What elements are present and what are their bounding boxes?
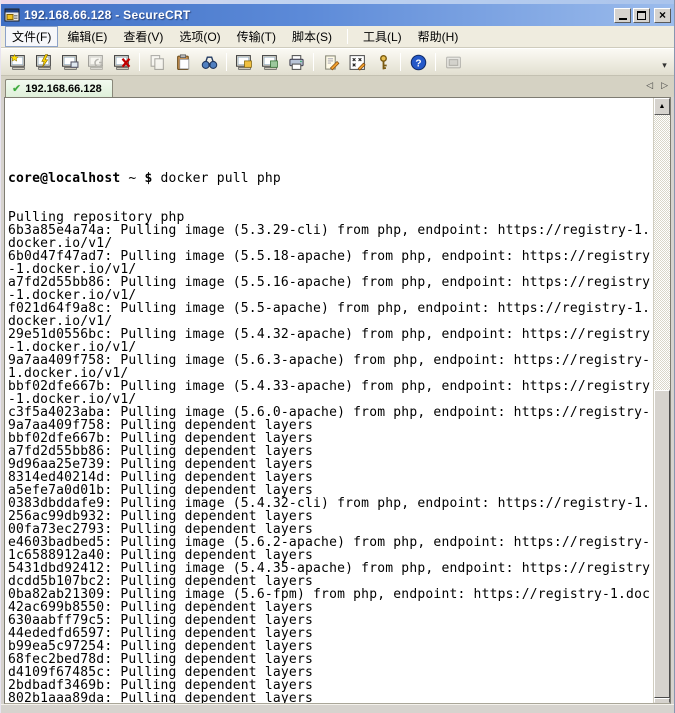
properties-icon bbox=[323, 54, 340, 71]
close-button[interactable]: × bbox=[654, 8, 671, 23]
paste-icon bbox=[175, 54, 192, 71]
tab-scroll-right-icon[interactable]: ▷ bbox=[661, 79, 668, 91]
toolbar-separator bbox=[226, 53, 227, 71]
securecrt-window: 192.168.66.128 - SecureCRT × 文件(F)编辑(E)查… bbox=[0, 0, 675, 713]
help-icon: ? bbox=[410, 54, 427, 71]
copy-icon bbox=[149, 54, 166, 71]
help-button[interactable]: ? bbox=[406, 50, 430, 74]
scrollbar-down-button[interactable] bbox=[654, 698, 670, 703]
disconnect-button[interactable] bbox=[110, 50, 134, 74]
maximize-icon bbox=[637, 11, 646, 20]
menu-item-script[interactable]: 脚本(S) bbox=[285, 26, 339, 47]
menu-item-view[interactable]: 查看(V) bbox=[116, 26, 170, 47]
command-text: docker pull php bbox=[153, 171, 281, 186]
reconnect-button[interactable] bbox=[84, 50, 108, 74]
raw-log-icon bbox=[262, 54, 279, 71]
quick-connect-button[interactable] bbox=[32, 50, 56, 74]
svg-text:?: ? bbox=[415, 58, 421, 69]
ssh-key-button[interactable] bbox=[371, 50, 395, 74]
menu-separator bbox=[347, 29, 348, 44]
toolbar-separator bbox=[313, 53, 314, 71]
keymap-editor-button[interactable] bbox=[345, 50, 369, 74]
capture-icon bbox=[445, 54, 462, 71]
toolbar-separator bbox=[400, 53, 401, 71]
close-icon: × bbox=[659, 9, 666, 21]
quick-connect-icon bbox=[36, 54, 53, 71]
window-bottom-edge bbox=[1, 704, 674, 713]
maximize-button[interactable] bbox=[633, 8, 650, 23]
properties-button[interactable] bbox=[319, 50, 343, 74]
scrollbar-up-button[interactable]: ▲ bbox=[654, 98, 670, 115]
terminal-panel: core@localhost ~ $ docker pull php Pulli… bbox=[4, 97, 671, 704]
log-session-icon bbox=[236, 54, 253, 71]
session-tab-label: 192.168.66.128 bbox=[25, 83, 101, 95]
tabbar: ✔ 192.168.66.128 ◁ ▷ bbox=[1, 76, 674, 97]
menu-item-tools[interactable]: 工具(L) bbox=[356, 26, 409, 47]
keymap-icon bbox=[349, 54, 366, 71]
prompt-path: ~ bbox=[120, 171, 144, 186]
app-icon bbox=[4, 7, 20, 23]
scroll-up-icon: ▲ bbox=[659, 103, 666, 110]
connect-icon bbox=[10, 54, 27, 71]
prompt-symbol: $ bbox=[144, 171, 152, 186]
prompt-user: core@localhost bbox=[8, 171, 120, 186]
key-icon bbox=[375, 54, 392, 71]
menu-item-options[interactable]: 选项(O) bbox=[172, 26, 227, 47]
find-icon bbox=[201, 54, 218, 71]
window-title: 192.168.66.128 - SecureCRT bbox=[24, 8, 614, 22]
raw-log-button[interactable] bbox=[258, 50, 282, 74]
reconnect-icon bbox=[88, 54, 105, 71]
session-tab[interactable]: ✔ 192.168.66.128 bbox=[5, 79, 113, 97]
menu-item-transfer[interactable]: 传输(T) bbox=[230, 26, 283, 47]
vertical-scrollbar[interactable]: ▲ bbox=[653, 98, 670, 703]
toolbar-separator bbox=[139, 53, 140, 71]
find-button[interactable] bbox=[197, 50, 221, 74]
log-session-button[interactable] bbox=[232, 50, 256, 74]
titlebar[interactable]: 192.168.66.128 - SecureCRT × bbox=[1, 4, 674, 26]
terminal-output: Pulling repository php6b3a85e4a74a: Pull… bbox=[8, 211, 653, 703]
print-icon bbox=[288, 54, 305, 71]
terminal-screen[interactable]: core@localhost ~ $ docker pull php Pulli… bbox=[5, 98, 653, 703]
terminal-line: 802b1aaa89da: Pulling dependent layers bbox=[8, 692, 653, 703]
scrollbar-thumb[interactable] bbox=[654, 390, 670, 698]
disconnect-icon bbox=[114, 54, 131, 71]
print-button[interactable] bbox=[284, 50, 308, 74]
paste-button[interactable] bbox=[171, 50, 195, 74]
menubar: 文件(F)编辑(E)查看(V)选项(O)传输(T)脚本(S) 工具(L)帮助(H) bbox=[1, 26, 674, 48]
copy-button[interactable] bbox=[145, 50, 169, 74]
connected-check-icon: ✔ bbox=[12, 84, 21, 94]
toolbar: ? ▾ bbox=[1, 48, 674, 76]
menu-item-help[interactable]: 帮助(H) bbox=[411, 26, 466, 47]
menu-item-edit[interactable]: 编辑(E) bbox=[60, 26, 114, 47]
prompt-line: core@localhost ~ $ docker pull php bbox=[8, 172, 653, 185]
toolbar-overflow-button[interactable]: ▾ bbox=[658, 55, 671, 71]
chevron-down-icon: ▾ bbox=[662, 60, 667, 71]
minimize-button[interactable] bbox=[614, 8, 631, 23]
minimize-icon bbox=[619, 18, 627, 20]
tab-scroll-left-icon[interactable]: ◁ bbox=[646, 79, 653, 91]
connect-button[interactable] bbox=[6, 50, 30, 74]
connect-in-tab-button[interactable] bbox=[58, 50, 82, 74]
menu-item-file[interactable]: 文件(F) bbox=[5, 26, 58, 47]
toolbar-separator bbox=[435, 53, 436, 71]
screen-capture-button[interactable] bbox=[441, 50, 465, 74]
connect-in-tab-icon bbox=[62, 54, 79, 71]
